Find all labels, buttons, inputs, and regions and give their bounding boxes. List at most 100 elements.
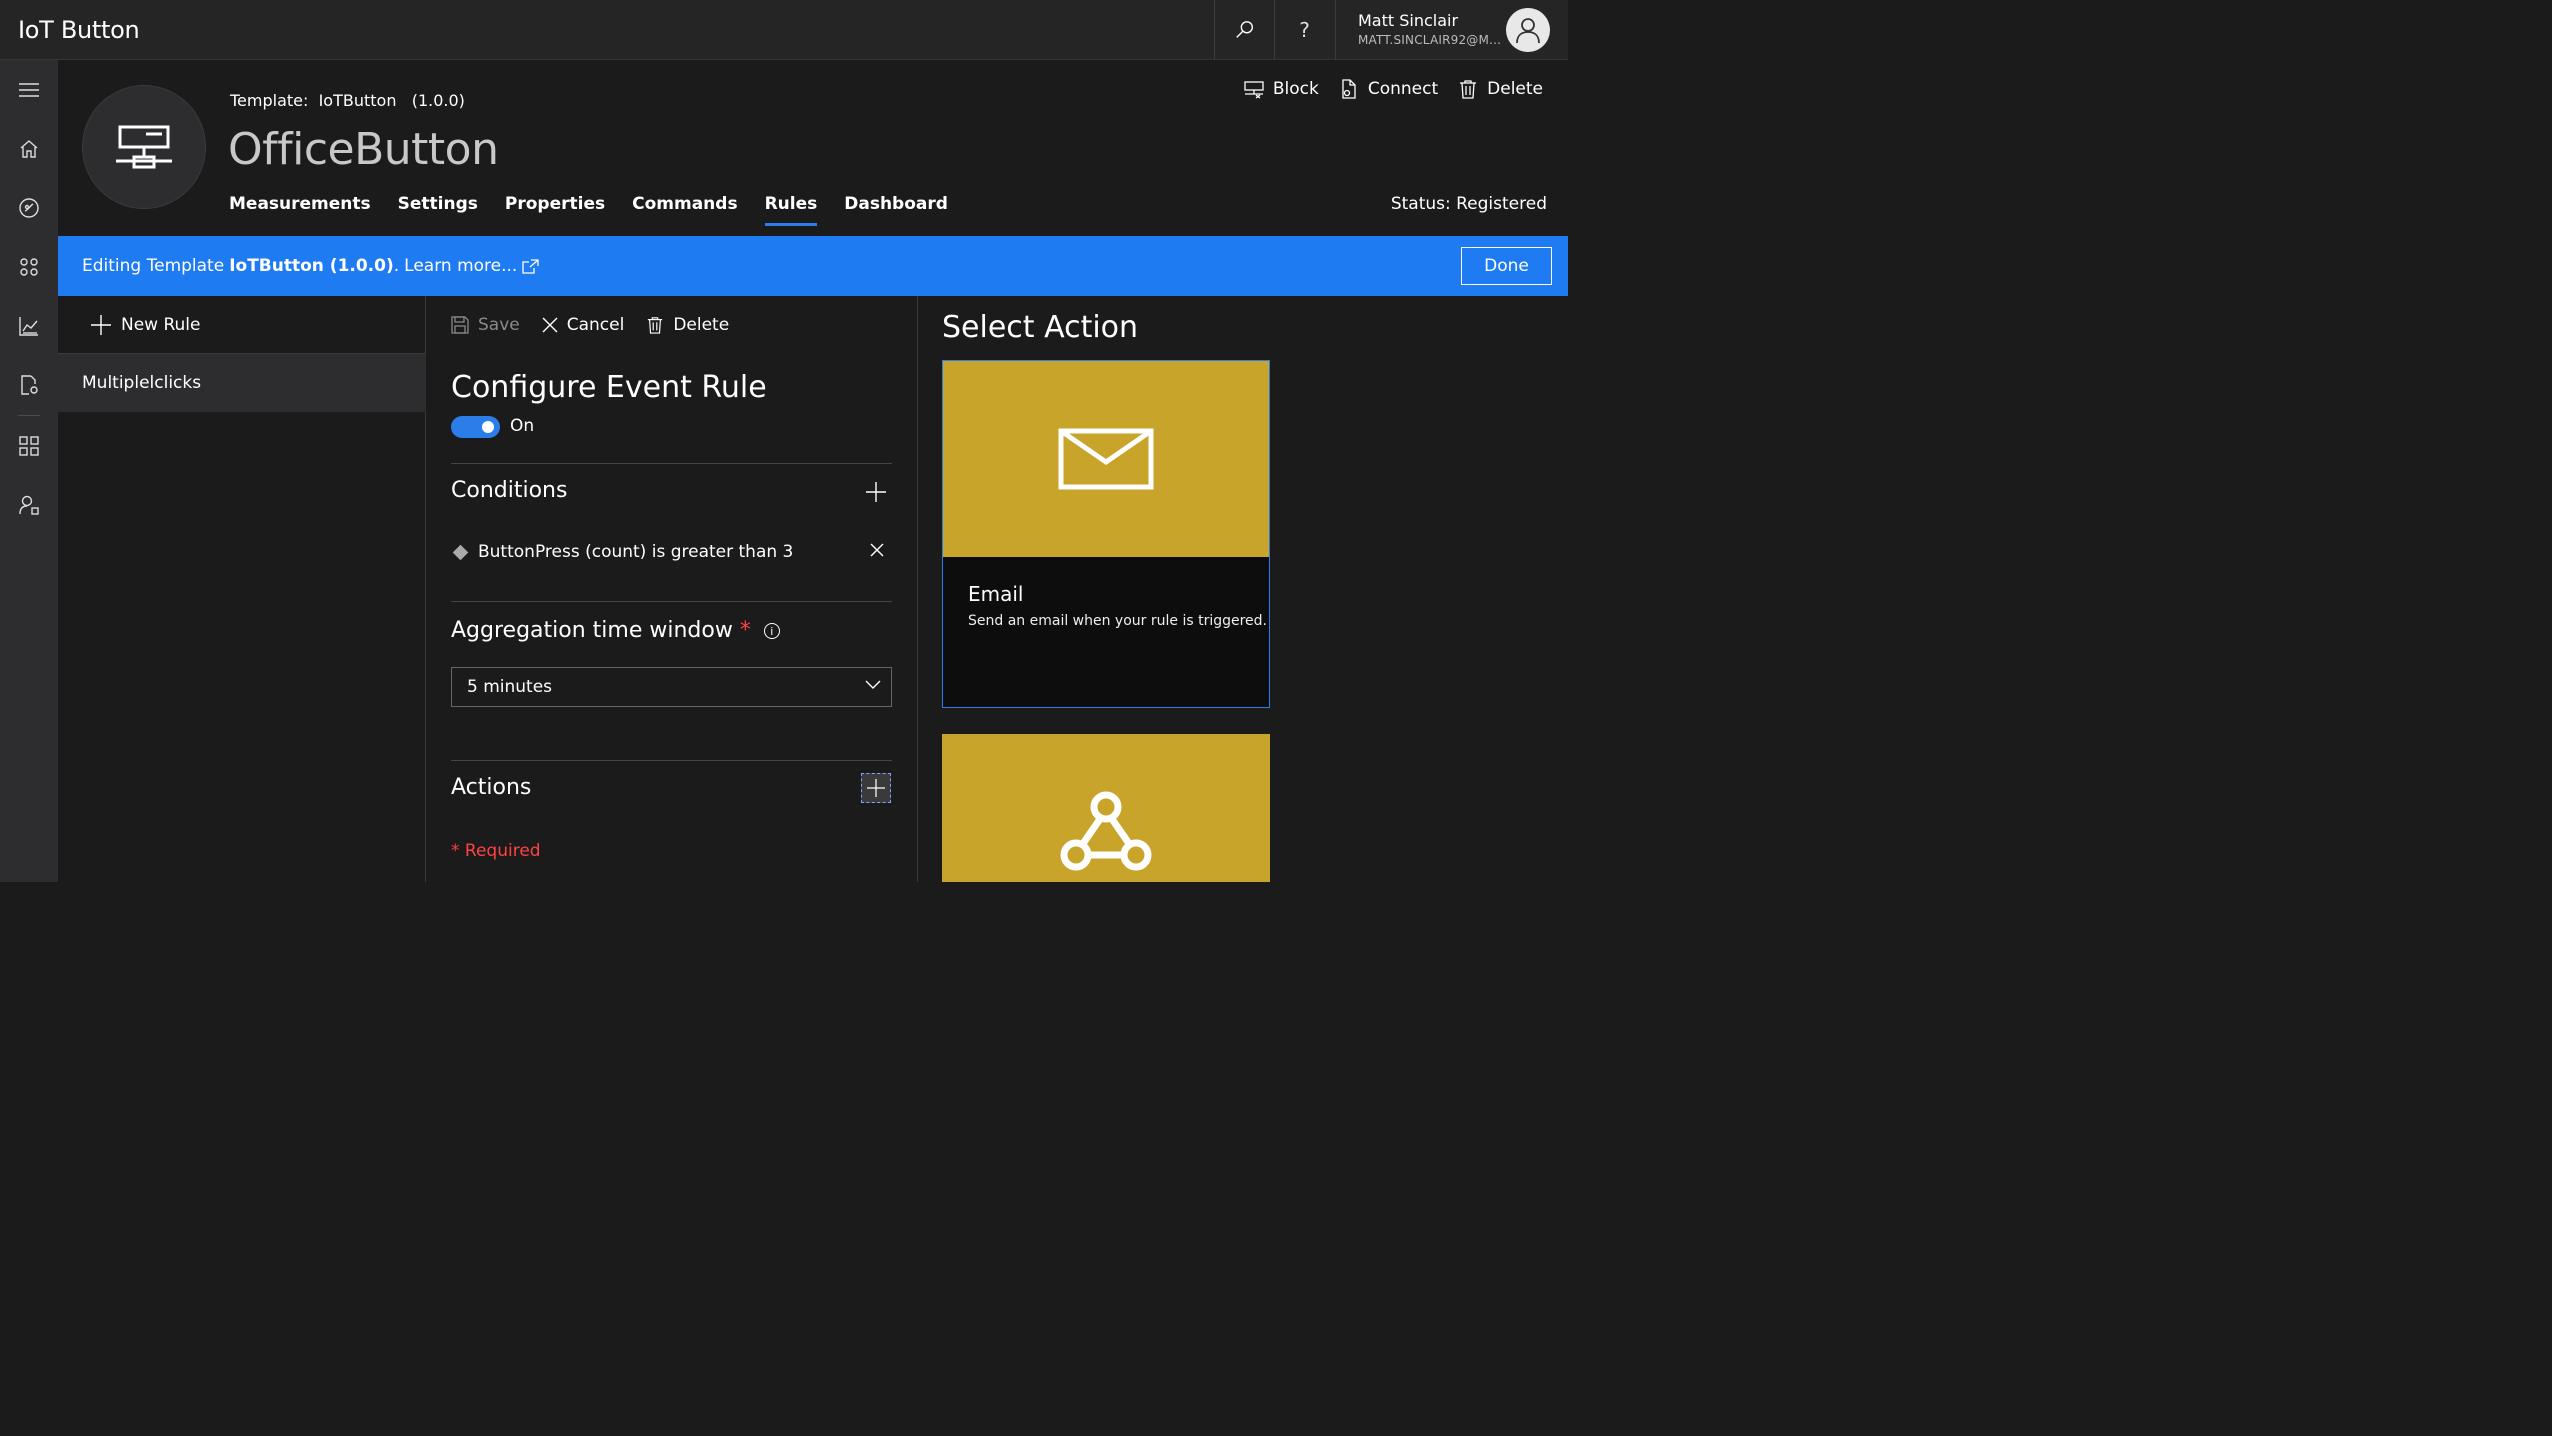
external-link-icon [522, 258, 539, 274]
email-action-card[interactable]: Email Send an email when your rule is tr… [942, 360, 1270, 708]
tab-settings[interactable]: Settings [398, 194, 478, 226]
email-card-title: Email [968, 582, 1024, 606]
email-card-body: Email Send an email when your rule is tr… [943, 557, 1269, 707]
close-icon [542, 317, 558, 333]
templates-icon [19, 436, 39, 456]
envelope-icon [1058, 428, 1154, 490]
aggregation-value: 5 minutes [467, 677, 553, 697]
user-name: Matt Sinclair [1358, 11, 1459, 30]
webhook-action-card[interactable] [942, 734, 1270, 882]
banner-template: IoTButton (1.0.0) [229, 256, 394, 276]
info-icon[interactable]: i [763, 623, 780, 639]
toggle-label: On [510, 416, 535, 436]
trash-icon [648, 317, 663, 334]
required-note-star: * [451, 841, 460, 861]
hamburger-icon [19, 83, 39, 97]
device-tabs: Measurements Settings Properties Command… [229, 194, 948, 226]
app-title: IoT Button [18, 16, 140, 44]
nav-administration[interactable] [0, 476, 58, 534]
connect-label: Connect [1367, 79, 1439, 99]
required-note-text: Required [464, 841, 541, 861]
help-button[interactable]: ? [1274, 0, 1334, 60]
nav-device-explorer[interactable] [0, 179, 58, 237]
tab-measurements[interactable]: Measurements [229, 194, 371, 226]
connect-button[interactable]: Connect [1339, 79, 1438, 99]
condition-text: ButtonPress (count) is greater than 3 [478, 542, 794, 562]
banner-prefix: Editing Template [82, 256, 225, 276]
template-info: Template: IoTButton (1.0.0) [230, 91, 465, 110]
user-menu[interactable]: Matt Sinclair MATT.SINCLAIR92@M... [1335, 0, 1568, 60]
block-button[interactable]: Block [1244, 79, 1319, 99]
conditions-title: Conditions [451, 478, 568, 503]
configure-rule-panel: Save Cancel Delete On Configure Event Ru… [426, 296, 918, 882]
tab-rules[interactable]: Rules [764, 194, 817, 226]
block-icon [1244, 81, 1264, 99]
user-email: MATT.SINCLAIR92@M... [1358, 33, 1502, 47]
chevron-down-icon [865, 680, 881, 689]
aggregation-label: Aggregation time window [451, 618, 733, 643]
delete-device-button[interactable]: Delete [1458, 79, 1543, 99]
rule-enabled-toggle[interactable] [451, 416, 500, 438]
tab-properties[interactable]: Properties [505, 194, 605, 226]
aggregation-select[interactable]: 5 minutes [451, 667, 892, 707]
device-avatar [82, 85, 206, 209]
admin-icon [19, 495, 39, 515]
aggregation-title: Aggregation time window * i [451, 618, 780, 643]
nav-jobs[interactable] [0, 356, 58, 414]
email-card-description: Send an email when your rule is triggere… [968, 613, 1267, 629]
search-icon [1235, 21, 1253, 38]
device-sets-icon [20, 258, 38, 276]
template-name: IoTButton [318, 91, 397, 110]
banner-text: Editing Template IoTButton (1.0.0). Lear… [82, 256, 539, 276]
close-icon [870, 543, 884, 557]
device-header: Template: IoTButton (1.0.0) OfficeButton… [58, 60, 1568, 236]
learn-more-link[interactable]: Learn more... [404, 256, 517, 276]
new-rule-button[interactable]: New Rule [91, 315, 201, 335]
device-explorer-icon [19, 198, 39, 218]
rule-list-item[interactable]: Multiplelclicks [58, 354, 426, 412]
nav-divider [18, 415, 40, 416]
rule-name: Multiplelclicks [82, 373, 202, 393]
template-version: (1.0.0) [411, 91, 465, 110]
delete-rule-button[interactable]: Delete [646, 315, 729, 335]
block-label: Block [1272, 79, 1319, 99]
condition-item[interactable]: ButtonPress (count) is greater than 3 [452, 542, 794, 562]
select-action-panel: Select Action Email Send an email when y… [918, 296, 1568, 882]
tab-dashboard[interactable]: Dashboard [844, 194, 948, 226]
remove-condition-button[interactable] [869, 542, 885, 562]
plus-icon [91, 315, 111, 335]
banner-suffix: . [393, 256, 400, 276]
new-rule-label: New Rule [121, 315, 201, 335]
add-condition-button[interactable] [861, 477, 891, 507]
delete-rule-label: Delete [673, 315, 730, 335]
email-card-banner [943, 361, 1269, 557]
configure-rule-title: Configure Event Rule [451, 370, 767, 405]
nav-menu-toggle[interactable] [0, 61, 58, 119]
top-bar: IoT Button ? Matt Sinclair MATT.SINCLAIR… [0, 0, 1568, 60]
cancel-button[interactable]: Cancel [542, 315, 625, 335]
rule-toolbar: Save Cancel Delete [451, 315, 729, 335]
search-button[interactable] [1214, 0, 1274, 60]
user-icon [1516, 18, 1540, 44]
device-icon [116, 125, 172, 169]
actions-title: Actions [451, 775, 532, 800]
plus-icon [866, 482, 886, 502]
avatar[interactable] [1506, 8, 1550, 52]
home-icon [20, 140, 38, 158]
nav-home[interactable] [0, 120, 58, 178]
done-button[interactable]: Done [1461, 247, 1552, 285]
nav-device-templates[interactable] [0, 417, 58, 475]
rules-list-panel: New Rule Multiplelclicks [58, 296, 426, 882]
diamond-icon [452, 544, 469, 560]
nav-analytics[interactable] [0, 297, 58, 355]
plus-icon [867, 779, 885, 797]
nav-device-sets[interactable] [0, 238, 58, 296]
section-divider [451, 463, 892, 464]
save-button[interactable]: Save [451, 315, 520, 335]
tab-commands[interactable]: Commands [632, 194, 737, 226]
add-action-button[interactable] [861, 773, 891, 803]
device-status: Status: Registered [1390, 194, 1547, 214]
header-actions: Block Connect Delete [1244, 79, 1543, 99]
required-note: * Required [451, 841, 541, 861]
cancel-label: Cancel [566, 315, 625, 335]
